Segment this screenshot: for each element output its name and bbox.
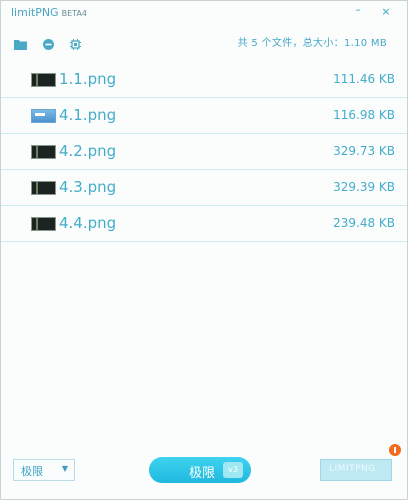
file-name: 4.2.png [59,142,117,160]
minimize-button[interactable]: – [349,2,367,18]
file-name: 4.4.png [59,214,117,232]
chevron-down-icon: ▼ [61,464,68,473]
image-thumbnail [31,109,56,123]
compression-mode-select[interactable]: 极限 ▼ [13,459,75,481]
image-thumbnail [31,145,56,159]
file-size: 239.48 KB [333,216,395,230]
limitpng-button[interactable]: LIMITPNG [320,459,392,481]
file-row[interactable]: 4.3.png 329.39 KB [1,170,407,206]
app-name: limitPNG [11,6,59,19]
file-list: 1.1.png 111.46 KB 4.1.png 116.98 KB 4.2.… [1,62,407,242]
image-thumbnail [31,181,56,195]
file-size: 329.73 KB [333,144,395,158]
app-title: limitPNG BETA4 [11,6,87,19]
file-row[interactable]: 1.1.png 111.46 KB [1,62,407,98]
file-name: 4.1.png [59,106,117,124]
notification-icon[interactable] [389,444,401,456]
close-button[interactable]: × [377,4,395,20]
file-row[interactable]: 4.2.png 329.73 KB [1,134,407,170]
file-summary: 共 5 个文件，总大小：1.10 MB [237,38,387,49]
version-badge: v3 [223,462,243,478]
file-name: 1.1.png [59,70,117,88]
app-version: BETA4 [61,9,87,18]
file-size: 111.46 KB [333,72,395,86]
image-thumbnail [31,217,56,231]
title-bar[interactable]: limitPNG BETA4 – × [1,1,407,25]
minus-circle-icon[interactable] [43,35,54,54]
file-row[interactable]: 4.4.png 239.48 KB [1,206,407,242]
file-row[interactable]: 4.1.png 116.98 KB [1,98,407,134]
file-name: 4.3.png [59,178,117,196]
image-thumbnail [31,73,56,87]
folder-icon[interactable] [14,35,27,54]
app-window: limitPNG BETA4 – × 共 5 个文件，总大小：1.10 MB 1.… [0,0,408,500]
limitpng-button-label: LIMITPNG [329,464,376,474]
start-button-label: 极限 [189,466,216,481]
mode-select-value: 极限 [21,465,43,478]
start-compress-button[interactable]: 极限 v3 [149,457,251,483]
chip-icon[interactable] [70,35,81,54]
file-size: 116.98 KB [333,108,395,122]
toolbar: 共 5 个文件，总大小：1.10 MB [1,29,407,53]
file-size: 329.39 KB [333,180,395,194]
